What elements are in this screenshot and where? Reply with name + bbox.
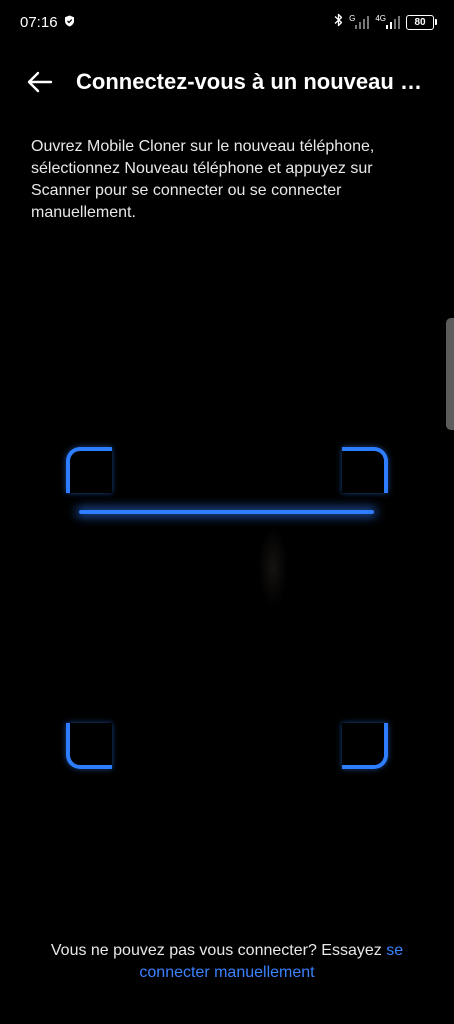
scanner-corner-top-right	[342, 447, 388, 493]
scan-line	[79, 510, 374, 514]
network-4g-label: 4G	[375, 13, 386, 23]
battery-level: 80	[414, 16, 426, 28]
back-button[interactable]	[22, 64, 58, 100]
signal-1: G	[349, 13, 370, 29]
status-left: 07:16	[20, 14, 75, 31]
signal-2: 4G	[375, 13, 400, 29]
scanner-corner-top-left	[66, 447, 112, 493]
scanner-corner-bottom-left	[66, 723, 112, 769]
battery-icon: 80	[406, 14, 437, 30]
instructions-text: Ouvrez Mobile Cloner sur le nouveau télé…	[31, 138, 375, 221]
network-g-label: G	[349, 13, 356, 23]
shield-icon	[64, 14, 75, 31]
status-time: 07:16	[20, 13, 58, 31]
signal-icon	[386, 15, 400, 29]
status-bar: 07:16 G 4G 80	[0, 0, 454, 44]
footer-prompt: Vous ne pouvez pas vous connecter? Essay…	[50, 942, 387, 959]
page-title: Connectez-vous à un nouveau téléphone	[76, 69, 428, 94]
bluetooth-icon	[334, 13, 343, 31]
footer-help: Vous ne pouvez pas vous connecter? Essay…	[20, 940, 434, 984]
edge-panel-handle[interactable]	[446, 318, 454, 430]
camera-preview	[258, 527, 288, 607]
qr-scanner-viewfinder[interactable]	[66, 447, 388, 769]
header: Connectez-vous à un nouveau téléphone	[0, 62, 454, 102]
status-right: G 4G 80	[334, 13, 437, 31]
signal-icon	[355, 15, 370, 29]
scanner-corner-bottom-right	[342, 723, 388, 769]
arrow-left-icon	[27, 71, 53, 93]
